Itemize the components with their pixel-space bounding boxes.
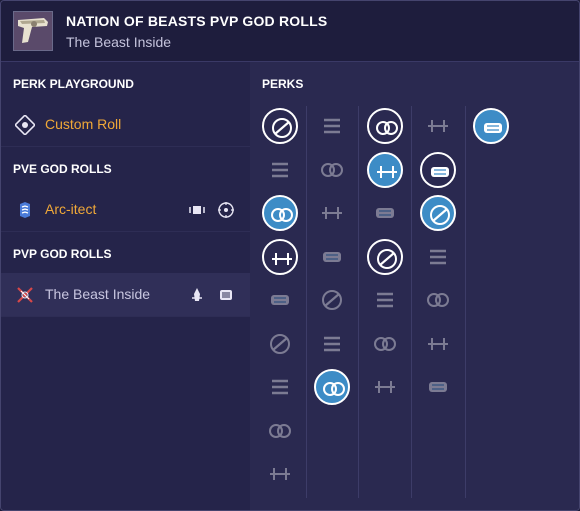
adrenaline-icon[interactable] [420, 195, 456, 231]
reticle-mini-icon [217, 201, 235, 219]
page-title: NATION OF BEASTS PVP GOD ROLLS [66, 13, 328, 29]
no-entry-icon[interactable] [420, 152, 456, 188]
window: NATION OF BEASTS PVP GOD ROLLS The Beast… [0, 0, 580, 511]
triangle-icon[interactable] [420, 239, 456, 275]
section-pvp-god-rolls: PVP GOD ROLLS [13, 247, 112, 261]
section-perk-playground: PERK PLAYGROUND [13, 77, 134, 91]
roll-arc-itect[interactable]: Arc-itect [1, 188, 250, 232]
mag-mini-icon [217, 286, 235, 304]
polygonal-rifling-icon[interactable] [262, 456, 298, 492]
page-subtitle: The Beast Inside [66, 34, 172, 50]
perks-title: PERKS [262, 77, 304, 91]
sunburst-icon[interactable] [367, 282, 403, 318]
fluted-barrel-icon[interactable] [262, 369, 298, 405]
perpetual-motion-icon[interactable] [367, 152, 403, 188]
crossed-icon [15, 285, 35, 305]
column-divider [411, 106, 412, 498]
column-divider [465, 106, 466, 498]
full-bore-icon[interactable] [262, 413, 298, 449]
high-caliber-rounds-icon[interactable] [314, 369, 350, 405]
weapon-icon [13, 11, 53, 51]
flared-magwell-icon[interactable] [314, 239, 350, 275]
perks-panel: PERKS [250, 62, 579, 510]
spiral-icon[interactable] [367, 369, 403, 405]
extended-mag-icon[interactable] [314, 282, 350, 318]
perk-mini-icon [188, 201, 206, 219]
roll-label: Custom Roll [45, 116, 122, 132]
column-divider [358, 106, 359, 498]
dual-loader-icon[interactable] [367, 108, 403, 144]
appended-mag-icon[interactable] [314, 152, 350, 188]
header: NATION OF BEASTS PVP GOD ROLLS The Beast… [1, 1, 579, 62]
slide-shot-icon[interactable] [420, 108, 456, 144]
sidebar: PERK PLAYGROUND Custom Roll PVE GOD ROLL… [1, 62, 250, 510]
star-burst-icon[interactable] [420, 326, 456, 362]
range-masterwork-icon[interactable] [473, 108, 509, 144]
moving-target-icon[interactable] [367, 239, 403, 275]
roll-custom[interactable]: Custom Roll [1, 103, 250, 147]
roll-the-beast-inside[interactable]: The Beast Inside [1, 273, 250, 317]
hammer-forged-rifling-icon[interactable] [262, 195, 298, 231]
chevron-stack-icon [15, 200, 35, 220]
ricochet-rounds-icon[interactable] [314, 326, 350, 362]
reticle-icon[interactable] [420, 369, 456, 405]
arrowhead-brake-icon[interactable] [262, 152, 298, 188]
extended-barrel-icon[interactable] [262, 326, 298, 362]
eye-of-the-storm-icon[interactable] [367, 195, 403, 231]
tactical-mag-icon[interactable] [314, 108, 350, 144]
roll-label: The Beast Inside [45, 286, 151, 302]
roll-label: Arc-itect [45, 201, 97, 217]
section-pve-god-rolls: PVE GOD ROLLS [13, 162, 112, 176]
chambered-compensator-icon[interactable] [262, 239, 298, 275]
flame-mini-icon [188, 286, 206, 304]
target-icon [13, 113, 37, 137]
accurized-rounds-icon[interactable] [314, 195, 350, 231]
smallbore-icon[interactable] [262, 108, 298, 144]
corkscrew-rifling-icon[interactable] [262, 282, 298, 318]
arrow-up-icon[interactable] [420, 282, 456, 318]
skull-icon[interactable] [367, 326, 403, 362]
column-divider [306, 106, 307, 498]
